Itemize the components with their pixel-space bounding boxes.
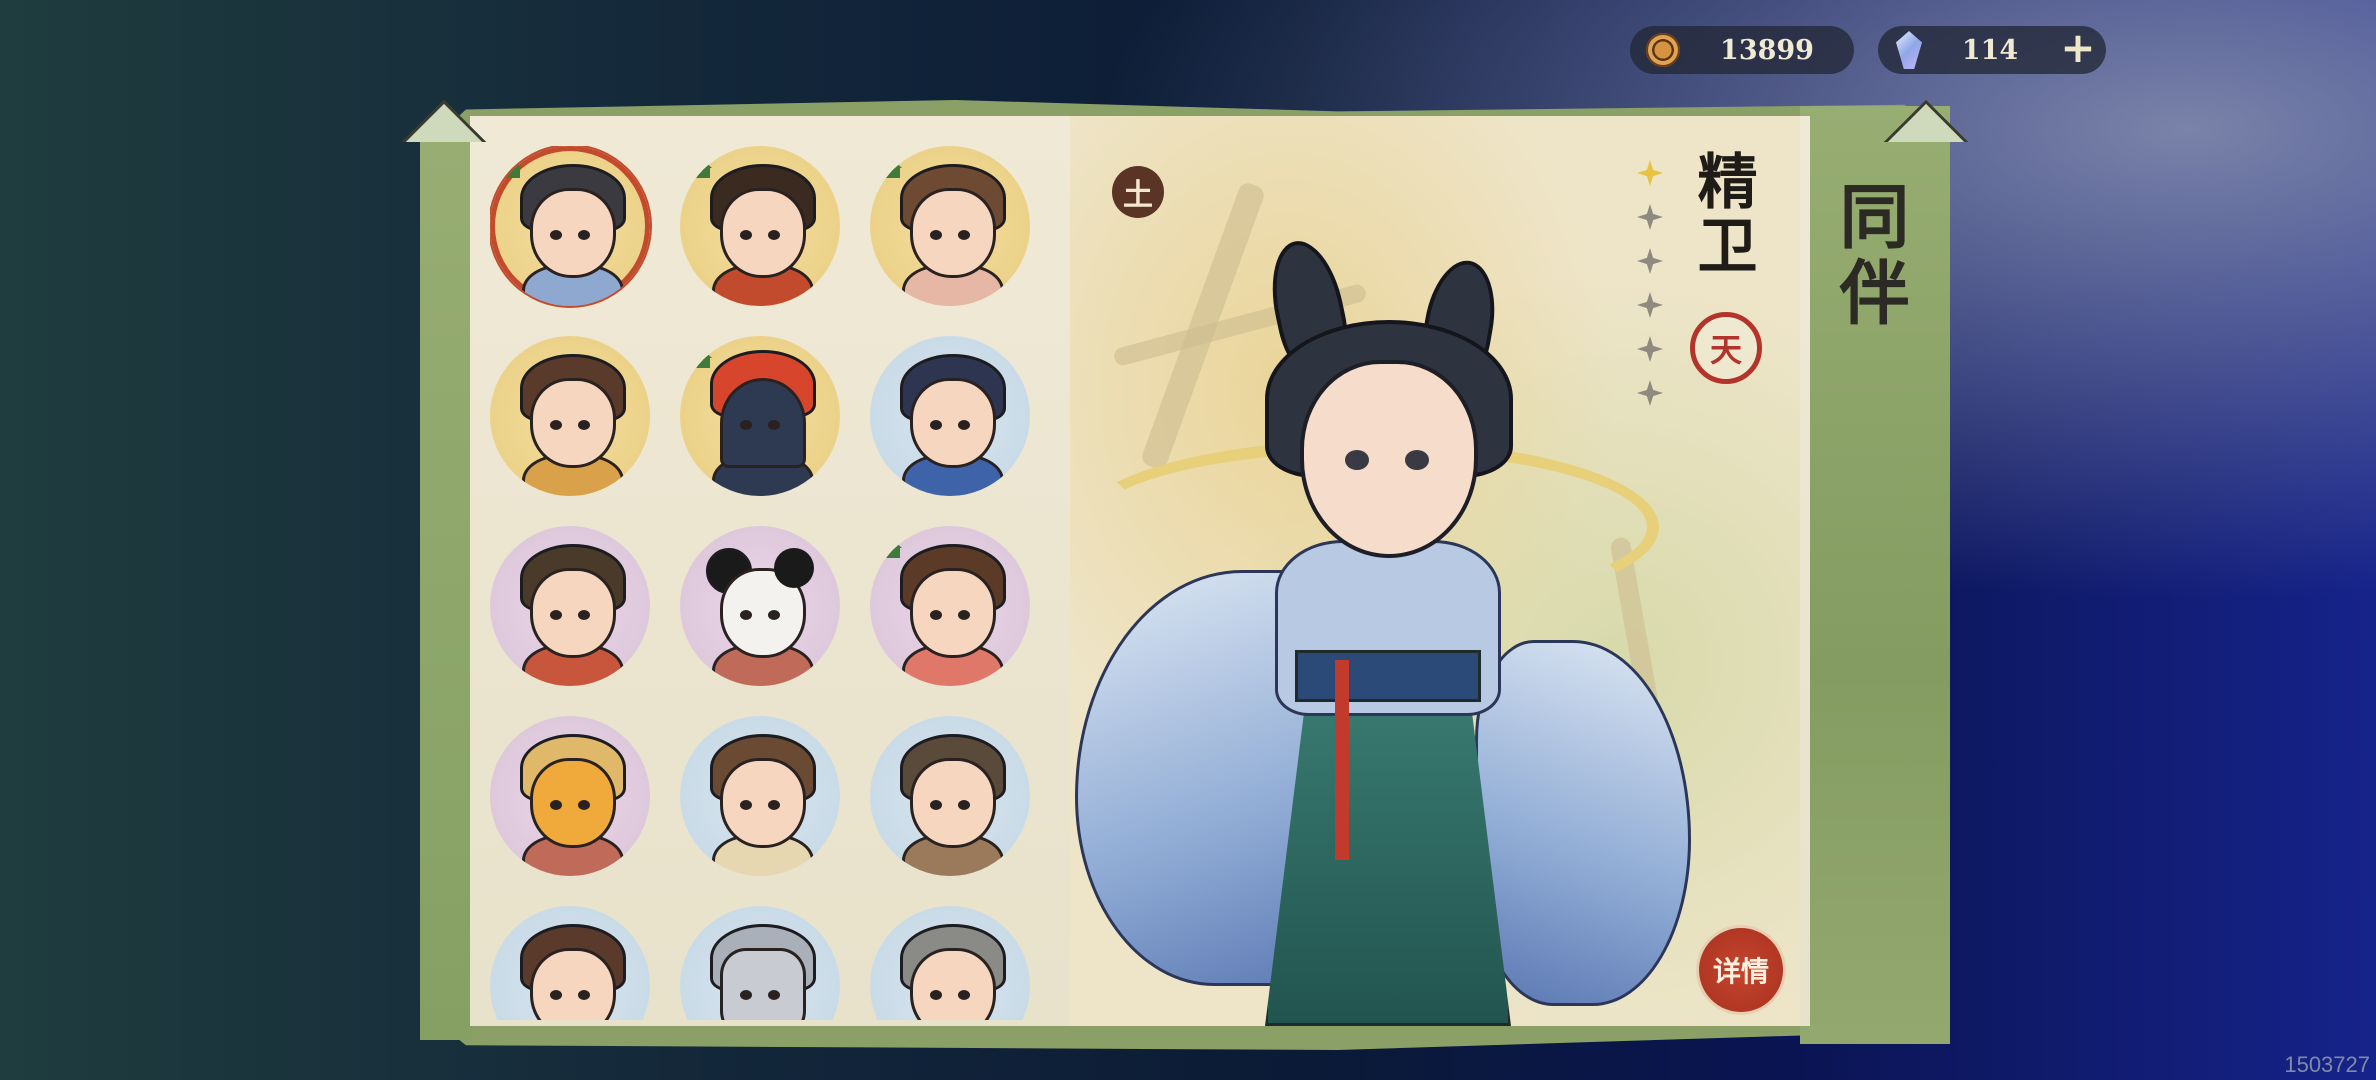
companion-portrait[interactable] bbox=[680, 906, 840, 1020]
gem-amount: 114 bbox=[1961, 34, 2019, 66]
portrait-face bbox=[530, 568, 616, 658]
portrait-eye bbox=[740, 420, 752, 430]
companion-portrait[interactable] bbox=[870, 906, 1030, 1020]
star-empty-icon bbox=[1637, 248, 1663, 274]
portrait-eye bbox=[550, 610, 562, 620]
star-empty-icon bbox=[1637, 292, 1663, 318]
portrait-eye bbox=[578, 230, 590, 240]
portrait-face bbox=[910, 378, 996, 468]
portrait-eye bbox=[578, 990, 590, 1000]
portrait-eye bbox=[768, 990, 780, 1000]
portrait-eye bbox=[550, 420, 562, 430]
copper-coin-icon bbox=[1646, 33, 1680, 67]
build-id: 1503727 bbox=[2284, 1052, 2370, 1077]
portrait-face bbox=[530, 948, 616, 1020]
portrait-face bbox=[720, 948, 806, 1020]
figure-head bbox=[1300, 360, 1478, 558]
portrait-eye bbox=[740, 610, 752, 620]
portrait-face bbox=[910, 568, 996, 658]
portrait-eye bbox=[930, 990, 942, 1000]
star-empty-icon bbox=[1637, 204, 1663, 230]
portrait-eye bbox=[578, 420, 590, 430]
portrait-eye bbox=[740, 230, 752, 240]
companion-portrait[interactable] bbox=[680, 336, 840, 496]
portrait-eye bbox=[550, 230, 562, 240]
portrait-face bbox=[910, 758, 996, 848]
companion-portrait[interactable] bbox=[870, 716, 1030, 876]
portrait-face bbox=[530, 188, 616, 278]
companion-portrait[interactable] bbox=[870, 336, 1030, 496]
pavilion-flag-icon bbox=[690, 158, 712, 178]
panel-title: 同伴 bbox=[1828, 180, 1911, 332]
details-button[interactable]: 详情 bbox=[1696, 925, 1786, 1015]
companion-portrait[interactable] bbox=[490, 906, 650, 1020]
portrait-face bbox=[530, 378, 616, 468]
portrait-eye bbox=[740, 800, 752, 810]
element-badge: 土 bbox=[1112, 166, 1164, 218]
companion-portrait[interactable] bbox=[490, 526, 650, 686]
add-gems-button[interactable]: + bbox=[2058, 27, 2098, 70]
scroll-left-band bbox=[420, 140, 472, 1040]
portrait-face bbox=[910, 188, 996, 278]
crystal-gem-icon bbox=[1896, 31, 1922, 69]
figure-sash bbox=[1335, 660, 1349, 860]
portrait-eye bbox=[740, 990, 752, 1000]
portrait-eye bbox=[578, 610, 590, 620]
companion-portrait[interactable] bbox=[680, 526, 840, 686]
star-rating bbox=[1630, 160, 1670, 424]
portrait-face bbox=[910, 948, 996, 1020]
rank-seal: 天 bbox=[1690, 312, 1762, 384]
pavilion-flag-icon bbox=[500, 158, 522, 178]
portrait-eye bbox=[768, 610, 780, 620]
portrait-eye bbox=[930, 230, 942, 240]
portrait-eye bbox=[958, 230, 970, 240]
companion-roster-grid bbox=[490, 146, 1050, 1020]
figure-wing-right bbox=[1475, 640, 1691, 1006]
pavilion-flag-icon bbox=[880, 538, 902, 558]
portrait-face bbox=[720, 758, 806, 848]
figure-belt bbox=[1295, 650, 1481, 702]
pavilion-flag-icon bbox=[880, 158, 902, 178]
portrait-face bbox=[530, 758, 616, 848]
star-empty-icon bbox=[1637, 380, 1663, 406]
portrait-eye bbox=[930, 610, 942, 620]
companion-portrait[interactable] bbox=[870, 146, 1030, 306]
portrait-eye bbox=[550, 800, 562, 810]
portrait-ear bbox=[774, 548, 814, 588]
portrait-face bbox=[720, 188, 806, 278]
portrait-eye bbox=[550, 990, 562, 1000]
portrait-eye bbox=[958, 990, 970, 1000]
portrait-eye bbox=[768, 800, 780, 810]
portrait-eye bbox=[578, 800, 590, 810]
character-illustration bbox=[1075, 234, 1695, 1026]
companion-portrait[interactable] bbox=[680, 716, 840, 876]
pavilion-flag-icon bbox=[690, 348, 712, 368]
portrait-eye bbox=[930, 420, 942, 430]
portrait-eye bbox=[768, 420, 780, 430]
portrait-face bbox=[720, 378, 806, 468]
coin-amount: 13899 bbox=[1720, 34, 1814, 66]
gem-counter: 114 + bbox=[1878, 26, 2106, 74]
portrait-eye bbox=[930, 800, 942, 810]
coin-counter: 13899 bbox=[1630, 26, 1854, 74]
star-empty-icon bbox=[1637, 336, 1663, 362]
figure-eye bbox=[1405, 450, 1429, 470]
companion-portrait[interactable] bbox=[490, 336, 650, 496]
portrait-eye bbox=[958, 800, 970, 810]
star-filled-icon bbox=[1637, 160, 1663, 186]
companion-portrait[interactable] bbox=[870, 526, 1030, 686]
companion-portrait[interactable] bbox=[680, 146, 840, 306]
character-name: 精卫 bbox=[1687, 150, 1757, 278]
figure-eye bbox=[1345, 450, 1369, 470]
portrait-eye bbox=[958, 420, 970, 430]
companion-portrait[interactable] bbox=[490, 716, 650, 876]
portrait-eye bbox=[768, 230, 780, 240]
portrait-eye bbox=[958, 610, 970, 620]
companion-portrait[interactable] bbox=[490, 146, 650, 306]
